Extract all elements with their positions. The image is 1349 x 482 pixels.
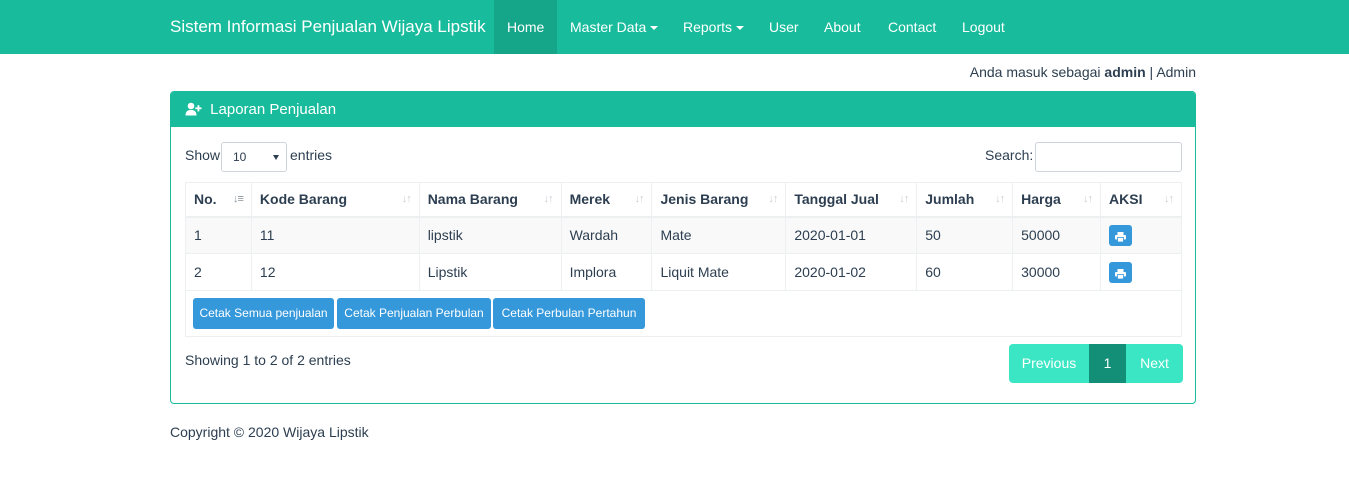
nav-logout[interactable]: Logout [949,0,1018,54]
page-length-value: 10 [233,150,247,164]
caret-down-icon [736,26,745,31]
column-header-jenis-barang[interactable]: Jenis Barang ↓↑ [651,182,787,218]
sales-table: No. ↓≡ Kode Barang ↓↑ Nama Barang ↓↑ Merek ↓… [185,182,1182,291]
column-header-label: No. [194,191,217,208]
nav-master-data[interactable]: Master Data [557,0,671,54]
cell-harga: 30000 [1012,253,1102,291]
nav-user-label: User [769,19,799,35]
nav-home[interactable]: Home [494,0,558,54]
print-monthly-sales-button[interactable]: Cetak Penjualan Perbulan [337,298,491,329]
cell-nama-barang: Lipstik [418,253,562,291]
sort-icon: ↓↑ [899,193,909,205]
cell-kode-barang: 11 [250,216,420,254]
login-separator: | [1149,64,1154,80]
cell-harga: 50000 [1012,216,1102,254]
pagination-next[interactable]: Next [1126,344,1183,383]
pagination-page-1[interactable]: 1 [1089,344,1126,383]
column-header-label: Jenis Barang [660,191,749,208]
brand-title[interactable]: Sistem Informasi Penjualan Wijaya Lipsti… [170,0,486,54]
panel-title: Laporan Penjualan [210,101,337,118]
cell-jumlah: 60 [916,253,1014,291]
column-header-tanggal-jual[interactable]: Tanggal Jual ↓↑ [785,182,918,218]
caret-down-icon [650,26,659,31]
cell-jumlah: 50 [916,216,1014,254]
nav-contact[interactable]: Contact [875,0,949,54]
cell-jenis-barang: Liquit Mate [651,253,787,291]
sort-icon: ↓↑ [1164,193,1174,205]
panel-heading: Laporan Penjualan [171,92,1195,127]
login-username: admin [1104,64,1146,80]
print-row-button[interactable] [1109,224,1133,246]
column-header-label: AKSI [1109,191,1143,208]
cell-tanggal-jual: 2020-01-02 [785,253,918,291]
search-label: Search: [985,147,1034,163]
column-header-label: Harga [1021,191,1061,208]
sort-icon: ↓↑ [401,193,412,205]
login-role: Admin [1156,64,1196,80]
sort-icon: ↓↑ [995,193,1005,205]
nav-reports-label: Reports [683,19,733,35]
column-header-label: Nama Barang [427,191,518,208]
sort-asc-icon: ↓≡ [232,193,244,205]
column-header-label: Tanggal Jual [794,191,879,208]
sort-icon: ↓↑ [634,193,644,205]
column-header-no[interactable]: No. ↓≡ [185,182,252,218]
cell-merek: Implora [560,253,653,291]
cell-no: 1 [185,216,252,254]
report-panel: Laporan Penjualan Show 10 entries Search… [170,91,1196,404]
print-button-bar: Cetak Semua penjualan Cetak Penjualan Pe… [185,291,1182,337]
nav-about-label: About [824,19,861,35]
nav-home-label: Home [507,19,545,35]
table-info: Showing 1 to 2 of 2 entries [185,352,351,368]
print-row-button[interactable] [1109,261,1133,283]
print-icon [1115,268,1127,279]
entries-label: entries [290,147,333,163]
login-info: Anda masuk sebagai admin | Admin [970,64,1196,80]
column-header-label: Kode Barang [259,191,348,208]
column-header-label: Jumlah [925,191,975,208]
table-row: 1 11 lipstik Wardah Mate 2020-01-01 50 5… [185,216,1182,254]
nav-logout-label: Logout [962,19,1005,35]
cell-jenis-barang: Mate [651,216,787,254]
nav-master-data-label: Master Data [570,19,647,35]
column-header-merek[interactable]: Merek ↓↑ [560,182,653,218]
cell-merek: Wardah [560,216,653,254]
table-header-row: No. ↓≡ Kode Barang ↓↑ Nama Barang ↓↑ Merek ↓… [185,182,1182,218]
nav-contact-label: Contact [888,19,937,35]
sort-icon: ↓↑ [543,193,554,205]
cell-aksi [1100,216,1182,254]
column-header-harga[interactable]: Harga ↓↑ [1012,182,1102,218]
column-header-label: Merek [569,191,611,208]
user-plus-icon [185,102,202,116]
chevron-down-icon [273,155,279,160]
print-all-sales-button[interactable]: Cetak Semua penjualan [193,298,334,329]
login-prefix: Anda masuk sebagai [969,64,1101,80]
cell-tanggal-jual: 2020-01-01 [785,216,918,254]
page-length-select[interactable]: 10 [221,142,287,172]
column-header-nama-barang[interactable]: Nama Barang ↓↑ [418,182,562,218]
sort-icon: ↓↑ [768,193,778,205]
nav-about[interactable]: About [811,0,874,54]
column-header-aksi[interactable]: AKSI ↓↑ [1100,182,1182,218]
pagination-previous[interactable]: Previous [1009,344,1089,383]
nav-reports[interactable]: Reports [670,0,757,54]
sort-icon: ↓↑ [1083,193,1093,205]
column-header-jumlah[interactable]: Jumlah ↓↑ [916,182,1014,218]
show-label: Show [185,147,221,163]
cell-kode-barang: 12 [250,253,420,291]
print-icon [1115,231,1127,243]
search-input[interactable] [1035,142,1182,172]
print-yearly-sales-button[interactable]: Cetak Perbulan Pertahun [493,298,645,329]
navbar: Sistem Informasi Penjualan Wijaya Lipsti… [0,0,1349,54]
footer-copyright: Copyright © 2020 Wijaya Lipstik [170,424,369,440]
cell-aksi [1100,253,1182,291]
cell-no: 2 [185,253,252,291]
column-header-kode-barang[interactable]: Kode Barang ↓↑ [250,182,420,218]
nav-user[interactable]: User [756,0,812,54]
cell-nama-barang: lipstik [418,216,562,254]
table-row: 2 12 Lipstik Implora Liquit Mate 2020-01… [185,253,1182,291]
